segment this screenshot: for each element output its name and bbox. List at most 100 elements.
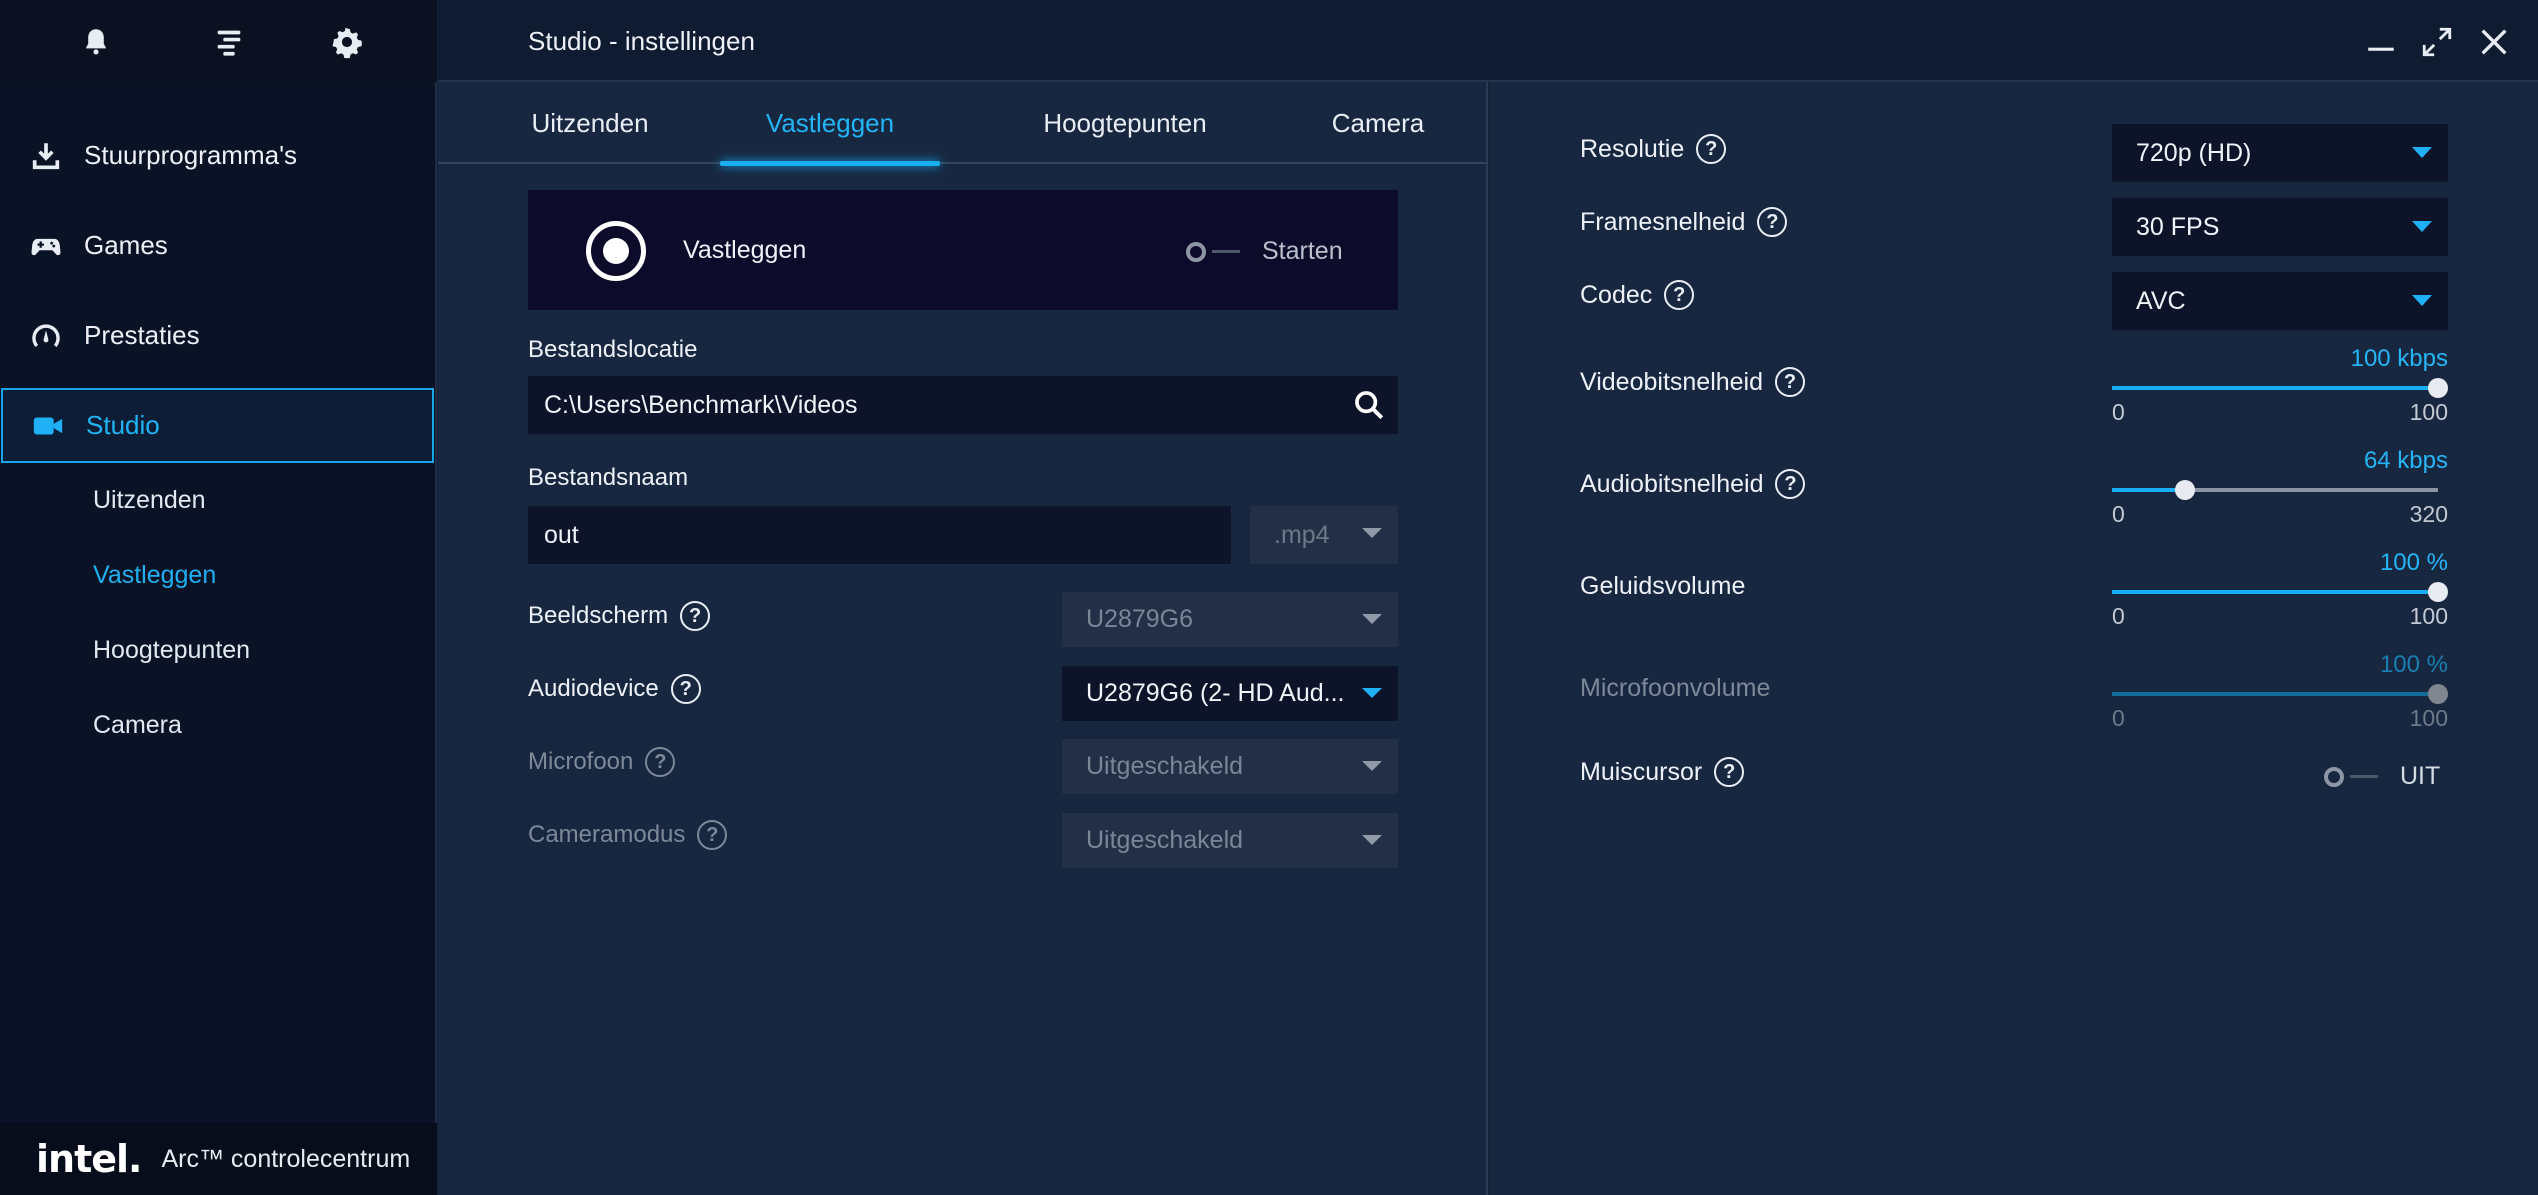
sidebar-subitem-capture[interactable]: Vastleggen: [0, 538, 437, 613]
codec-label: Codec ?: [1580, 280, 1695, 310]
extension-value: .mp4: [1274, 520, 1330, 549]
slider-value: 100 kbps: [2350, 345, 2448, 372]
resolution-select[interactable]: 720p (HD): [2112, 124, 2448, 182]
audio-bitrate-label: Audiobitsnelheid ?: [1580, 469, 1806, 499]
mic-volume-slider[interactable]: 100 % 0 100: [2112, 651, 2448, 731]
slider-thumb[interactable]: [2175, 480, 2196, 500]
gamepad-icon: [28, 228, 64, 264]
help-icon[interactable]: ?: [680, 601, 711, 631]
file-location-input[interactable]: C:\Users\Benchmark\Videos: [528, 376, 1398, 434]
bell-icon[interactable]: [76, 22, 116, 62]
help-icon[interactable]: ?: [670, 674, 701, 704]
file-name-value: out: [544, 520, 579, 549]
slider-thumb[interactable]: [2428, 378, 2448, 398]
window-title: Studio - instellingen: [528, 26, 755, 56]
codec-select[interactable]: AVC: [2112, 272, 2448, 330]
tab-capture[interactable]: Vastleggen: [720, 82, 940, 166]
sidebar-item-performance[interactable]: Prestaties: [0, 298, 437, 373]
chevron-down-icon: [2412, 221, 2432, 232]
volume-slider[interactable]: 100 % 0 100: [2112, 549, 2448, 629]
chevron-down-icon: [1362, 688, 1382, 698]
minimize-icon: [2368, 47, 2394, 51]
sidebar-item-label: Studio: [86, 410, 160, 440]
brand-footer: intel. Arc™ controlecentrum: [0, 1123, 437, 1195]
toggle-label: UIT: [2400, 762, 2441, 790]
toggle-knob: [1186, 241, 1206, 262]
framerate-label: Framesnelheid ?: [1580, 207, 1788, 237]
download-icon: [28, 138, 64, 174]
microphone-select[interactable]: Uitgeschakeld: [1062, 739, 1398, 794]
sidebar-toolbar: [0, 0, 437, 82]
display-select[interactable]: U2879G6: [1062, 592, 1398, 647]
capture-settings-panel: Uitzenden Vastleggen Hoogtepunten Camera…: [438, 82, 1488, 1195]
help-icon[interactable]: ?: [1696, 134, 1727, 164]
sidebar-item-label: Prestaties: [84, 320, 200, 350]
sidebar-nav: Stuurprogramma's Games Prestaties Studio…: [0, 118, 452, 763]
capture-control: Vastleggen Starten: [528, 190, 1398, 310]
mic-volume-label: Microfoonvolume: [1580, 674, 1771, 702]
expand-icon: [2422, 27, 2452, 57]
close-icon: [2481, 29, 2507, 55]
tab-broadcast[interactable]: Uitzenden: [510, 82, 670, 164]
tab-bar: Uitzenden Vastleggen Hoogtepunten Camera: [438, 82, 1488, 166]
tab-camera[interactable]: Camera: [1298, 82, 1458, 164]
microphone-label: Microfoon ?: [528, 747, 676, 777]
record-icon[interactable]: [586, 221, 646, 281]
app-name: Arc™ controlecentrum: [161, 1144, 411, 1173]
sidebar-item-drivers[interactable]: Stuurprogramma's: [0, 118, 437, 193]
volume-label: Geluidsvolume: [1580, 572, 1746, 600]
help-icon[interactable]: ?: [697, 820, 728, 850]
sidebar-item-games[interactable]: Games: [0, 208, 437, 283]
gear-icon[interactable]: [327, 22, 367, 62]
slider-value: 64 kbps: [2363, 447, 2448, 474]
help-icon[interactable]: ?: [1757, 207, 1788, 237]
video-bitrate-label: Videobitsnelheid ?: [1580, 367, 1806, 397]
video-bitrate-slider[interactable]: 100 kbps 0 100: [2112, 345, 2448, 425]
framerate-select[interactable]: 30 FPS: [2112, 198, 2448, 256]
audio-device-select[interactable]: U2879G6 (2- HD Aud...: [1062, 666, 1398, 721]
search-icon[interactable]: [1352, 388, 1386, 422]
resolution-label: Resolutie ?: [1580, 134, 1727, 164]
chevron-down-icon: [2412, 295, 2432, 306]
title-bar: Studio - instellingen: [438, 0, 2538, 82]
help-icon[interactable]: ?: [1714, 757, 1745, 787]
intel-logo: intel.: [36, 1137, 142, 1181]
file-name-input[interactable]: out: [528, 506, 1231, 564]
file-name-label: Bestandsnaam: [528, 464, 689, 491]
slider-thumb[interactable]: [2428, 684, 2448, 704]
help-icon[interactable]: ?: [1664, 280, 1695, 310]
camera-mode-label: Cameramodus ?: [528, 820, 728, 850]
capture-toggle[interactable]: Starten: [1186, 237, 1343, 266]
sidebar-item-label: Games: [84, 230, 168, 260]
file-location-value: C:\Users\Benchmark\Videos: [544, 390, 858, 419]
slider-value: 100 %: [2379, 651, 2448, 678]
toggle-label: Starten: [1262, 237, 1343, 265]
maximize-button[interactable]: [2417, 22, 2457, 62]
sidebar-item-studio[interactable]: Studio: [1, 388, 452, 463]
chevron-down-icon: [1362, 761, 1382, 771]
chevron-down-icon: [1362, 614, 1382, 624]
close-button[interactable]: [2474, 22, 2514, 62]
mouse-cursor-label: Muiscursor ?: [1580, 757, 1745, 787]
audio-device-label: Audiodevice ?: [528, 674, 701, 704]
audio-bitrate-slider[interactable]: 64 kbps 0 320: [2112, 447, 2448, 527]
help-icon[interactable]: ?: [645, 747, 676, 777]
chevron-down-icon: [1362, 835, 1382, 845]
extension-select[interactable]: .mp4: [1250, 506, 1398, 564]
help-icon[interactable]: ?: [1775, 367, 1806, 397]
sidebar-subitem-highlights[interactable]: Hoogtepunten: [0, 613, 437, 688]
tab-highlights[interactable]: Hoogtepunten: [1005, 82, 1245, 164]
minimize-button[interactable]: [2361, 22, 2401, 62]
menu-icon[interactable]: [209, 22, 249, 62]
slider-value: 100 %: [2379, 549, 2448, 576]
slider-thumb[interactable]: [2428, 582, 2448, 602]
sidebar-subitem-camera[interactable]: Camera: [0, 688, 437, 763]
chevron-down-icon: [2412, 147, 2432, 158]
file-location-label: Bestandslocatie: [528, 336, 698, 363]
camera-icon: [30, 408, 66, 444]
help-icon[interactable]: ?: [1775, 469, 1806, 499]
display-label: Beeldscherm ?: [528, 601, 711, 631]
camera-mode-select[interactable]: Uitgeschakeld: [1062, 813, 1398, 868]
sidebar-subitem-broadcast[interactable]: Uitzenden: [0, 463, 437, 538]
mouse-cursor-toggle[interactable]: UIT: [2324, 762, 2440, 791]
